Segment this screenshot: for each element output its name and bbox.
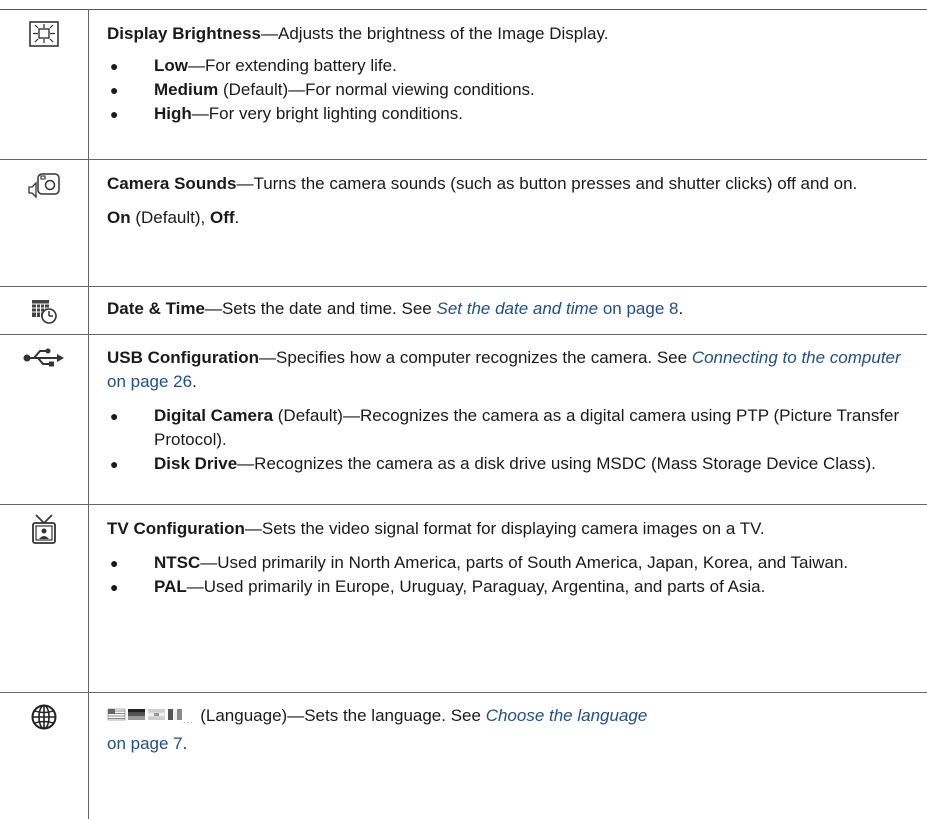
brightness-desc: —Adjusts the brightness of the Image Dis… [261, 24, 609, 43]
tv-description: TV Configuration—Sets the video signal f… [107, 517, 913, 541]
option-default-note: (Default), [130, 208, 210, 227]
sounds-title: Camera Sounds [107, 174, 237, 193]
tv-icon [0, 514, 88, 544]
xref-title[interactable]: Choose the language [486, 706, 648, 725]
option-label: Disk Drive [154, 454, 238, 473]
option-label: High [154, 104, 192, 123]
sounds-description: Camera Sounds—Turns the camera sounds (s… [107, 172, 913, 196]
column-divider [88, 9, 89, 819]
row-date-time: Date & Time—Sets the date and time. See … [0, 286, 927, 334]
tv-title: TV Configuration [107, 519, 245, 538]
sentence-end: . [192, 372, 197, 391]
datetime-title: Date & Time [107, 299, 205, 318]
option-text: (Default)—For normal viewing conditions. [218, 80, 535, 99]
sounds-content: Camera Sounds—Turns the camera sounds (s… [107, 172, 913, 230]
language-content: ... (Language)—Sets the language. See Ch… [107, 704, 913, 756]
usb-description: USB Configuration—Specifies how a comput… [107, 346, 913, 394]
list-item: ● Disk Drive—Recognizes the camera as a d… [107, 452, 913, 476]
language-description-line2: on page 7. [107, 732, 913, 756]
brightness-content: Display Brightness—Adjusts the brightnes… [107, 22, 913, 126]
sentence-end: . [678, 299, 684, 318]
usb-title: USB Configuration [107, 348, 260, 367]
brightness-options: ● Low—For extending battery life. ● Medium… [107, 54, 913, 126]
bullet: ● [110, 555, 119, 571]
list-item: ● Low—For extending battery life. [107, 54, 913, 78]
tv-desc: —Sets the video signal format for displa… [244, 519, 765, 538]
display-brightness-icon [0, 21, 88, 47]
sounds-options: On (Default), Off. [107, 206, 913, 230]
brightness-title: Display Brightness [107, 24, 261, 43]
globe-icon [0, 704, 88, 730]
option-label: Medium [154, 80, 219, 99]
xref-page[interactable]: on page 26 [107, 372, 192, 391]
row-usb-configuration: USB Configuration—Specifies how a comput… [0, 334, 927, 504]
option-off: Off [209, 208, 235, 227]
option-label: Low [154, 56, 188, 75]
row-camera-sounds: Camera Sounds—Turns the camera sounds (s… [0, 159, 927, 286]
list-item: ● Medium (Default)—For normal viewing con… [107, 78, 913, 102]
list-item: ● Digital Camera (Default)—Recognizes the… [107, 404, 913, 452]
language-xref-page[interactable]: on page 7 [107, 734, 183, 753]
list-item: ● NTSC—Used primarily in North America, p… [107, 551, 913, 575]
bullet: ● [110, 106, 119, 122]
camera-sounds-icon [0, 171, 88, 199]
row-language: ... (Language)—Sets the language. See Ch… [0, 692, 927, 819]
option-on: On [107, 208, 131, 227]
datetime-description: Date & Time—Sets the date and time. See … [107, 297, 913, 321]
bullet: ● [110, 456, 119, 472]
datetime-content: Date & Time—Sets the date and time. See … [107, 297, 913, 321]
sentence-end: . [182, 734, 188, 753]
language-title: (Language) [195, 706, 288, 725]
language-flags-icon: ... [107, 706, 194, 732]
option-text: —For extending battery life. [188, 56, 397, 75]
list-item: ● High—For very bright lighting condition… [107, 102, 913, 126]
datetime-desc: —Sets the date and time. See [204, 299, 437, 318]
row-tv-configuration: TV Configuration—Sets the video signal f… [0, 504, 927, 692]
language-xref-title[interactable]: Choose the language [486, 706, 648, 725]
usb-options: ● Digital Camera (Default)—Recognizes the… [107, 404, 913, 476]
option-text: —Used primarily in Europe, Uruguay, Para… [186, 577, 766, 596]
language-description: ... (Language)—Sets the language. See Ch… [107, 704, 913, 732]
usb-desc: —Specifies how a computer recognizes the… [259, 348, 692, 367]
list-item: ● PAL—Used primarily in Europe, Uruguay, … [107, 575, 913, 599]
usb-icon [0, 348, 88, 368]
xref-title[interactable]: Set the date and time [436, 299, 598, 318]
xref-title[interactable]: Connecting to the computer [692, 348, 901, 367]
row-display-brightness: Display Brightness—Adjusts the brightnes… [0, 9, 927, 159]
option-label: PAL [154, 577, 187, 596]
bullet: ● [110, 58, 119, 74]
usb-content: USB Configuration—Specifies how a comput… [107, 346, 913, 476]
bullet: ● [110, 579, 119, 595]
sentence-end: . [234, 208, 240, 227]
option-text: —Recognizes the camera as a disk drive u… [237, 454, 876, 473]
tv-options: ● NTSC—Used primarily in North America, p… [107, 551, 913, 599]
sounds-desc: —Turns the camera sounds (such as button… [236, 174, 858, 193]
bullet: ● [110, 408, 119, 424]
brightness-description: Display Brightness—Adjusts the brightnes… [107, 22, 913, 46]
datetime-xref-link[interactable]: Set the date and time on page 8 [436, 299, 678, 318]
option-text: —Used primarily in North America, parts … [200, 553, 849, 572]
date-time-icon [0, 298, 88, 324]
language-desc: —Sets the language. See [287, 706, 486, 725]
option-label: NTSC [154, 553, 201, 572]
option-label: Digital Camera [154, 406, 274, 425]
bullet: ● [110, 82, 119, 98]
option-text: —For very bright lighting conditions. [191, 104, 463, 123]
xref-page[interactable]: on page 8 [598, 299, 679, 318]
tv-content: TV Configuration—Sets the video signal f… [107, 517, 913, 599]
